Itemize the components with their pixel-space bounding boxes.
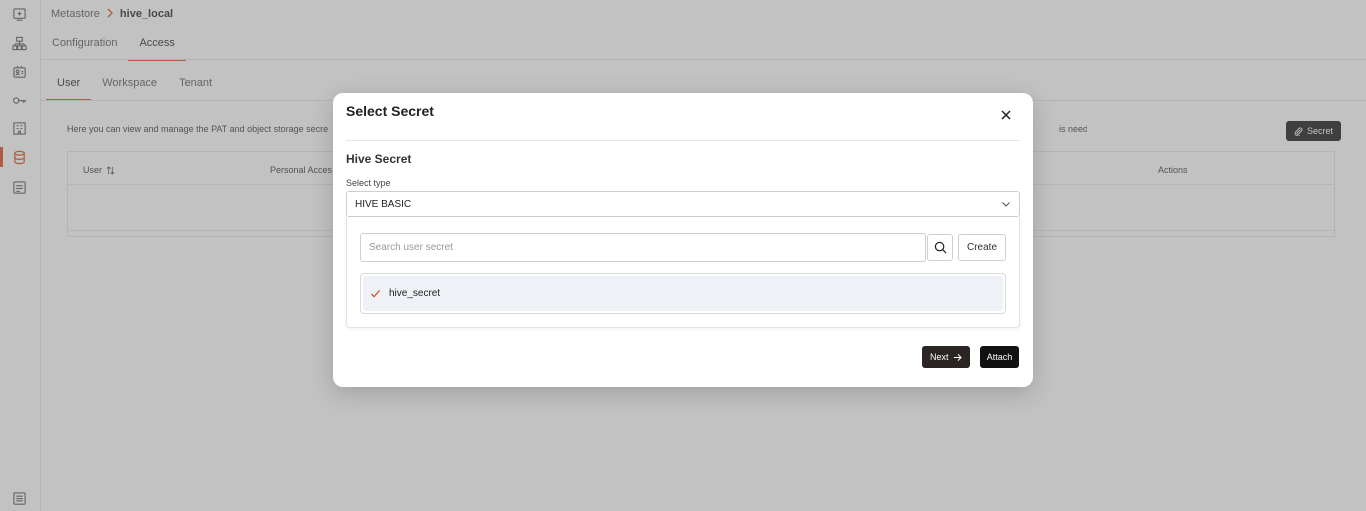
list-item[interactable]: hive_secret [363,276,1003,311]
secret-list: hive_secret [360,273,1006,314]
search-icon [934,241,946,254]
list-item-label: hive_secret [389,288,441,299]
check-icon [370,289,381,298]
next-button[interactable]: Next [922,346,970,368]
select-type-label: Select type [346,178,391,188]
chevron-down-icon [1002,202,1010,207]
arrow-right-icon [953,353,962,361]
select-type-value: HIVE BASIC [355,198,412,210]
close-icon[interactable] [999,108,1013,122]
search-input[interactable] [360,233,926,262]
create-button[interactable]: Create [958,234,1006,261]
secret-picker-panel: Create hive_secret [346,217,1020,328]
next-button-label: Next [930,352,949,362]
modal-divider [346,140,1020,141]
section-title: Hive Secret [346,152,412,166]
attach-button[interactable]: Attach [980,346,1019,368]
modal-title: Select Secret [346,103,434,119]
search-button[interactable] [927,234,953,261]
select-type-dropdown[interactable]: HIVE BASIC [346,191,1020,217]
select-secret-modal: Select Secret Hive Secret Select type HI… [333,93,1033,387]
